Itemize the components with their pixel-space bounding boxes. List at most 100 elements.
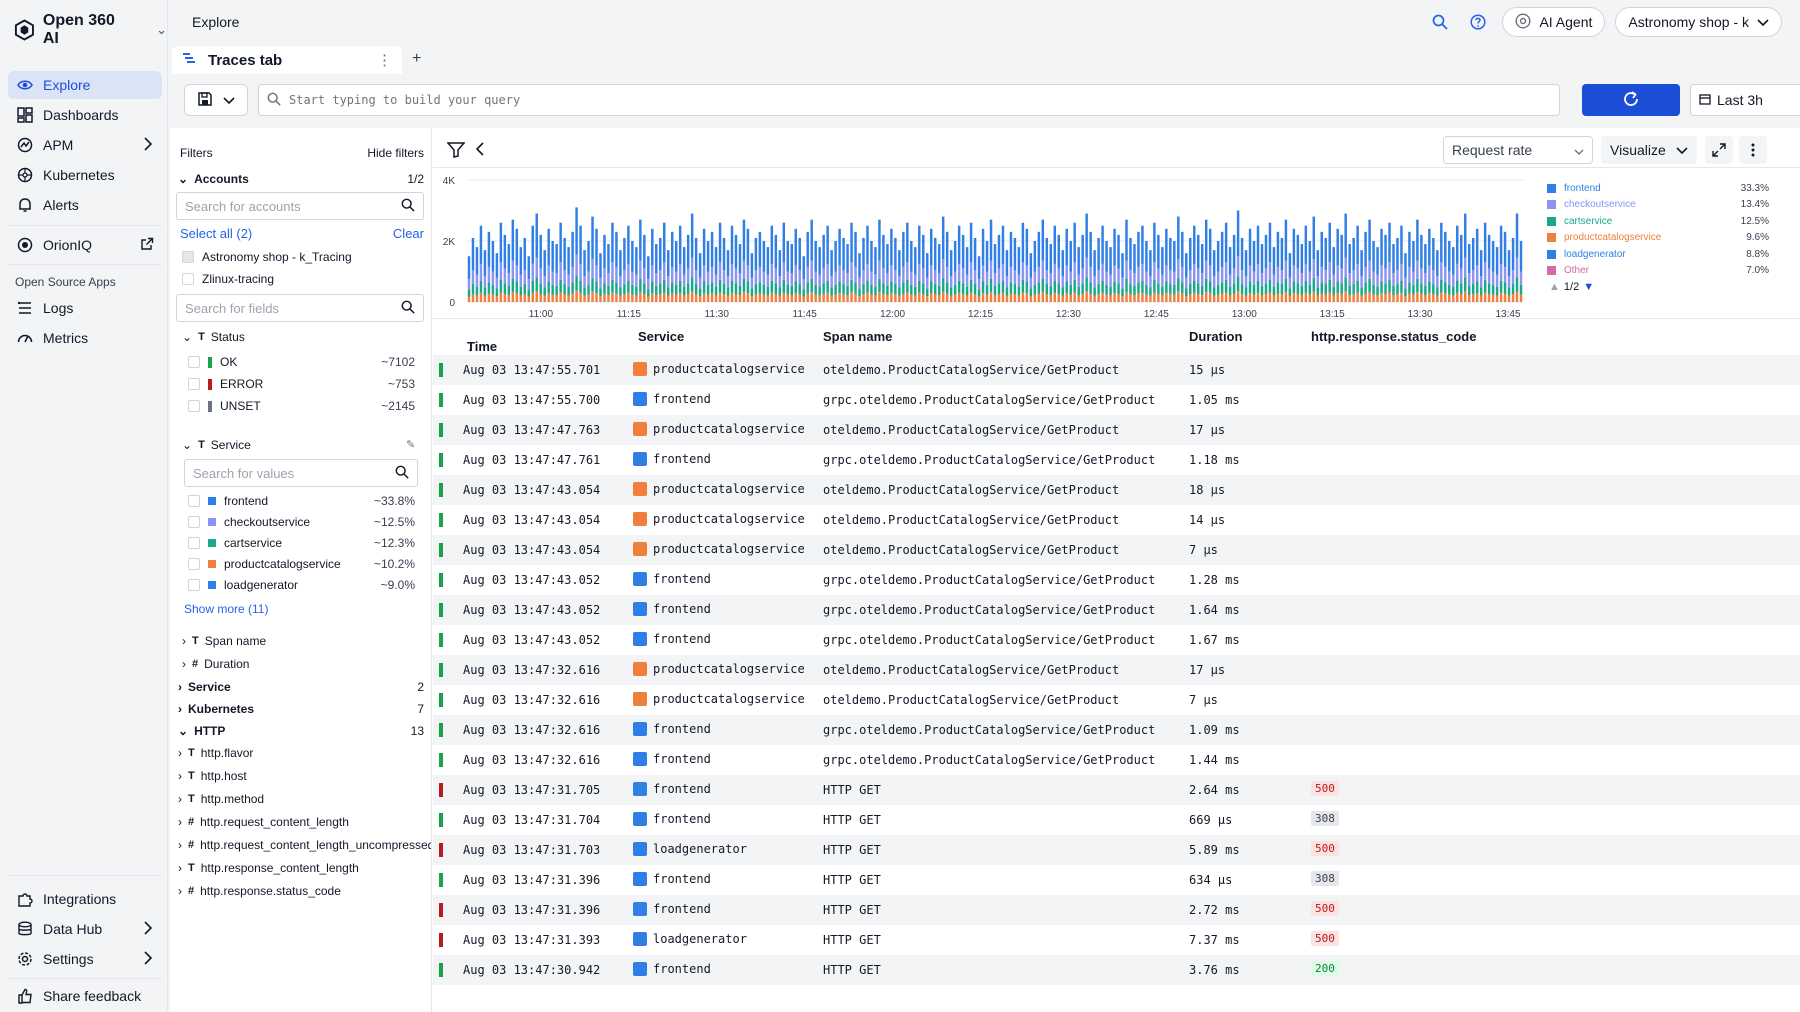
nav-item-alerts[interactable]: Alerts [8, 191, 162, 219]
nav-item-explore[interactable]: Explore [8, 71, 162, 99]
cell-service[interactable]: frontend [633, 902, 711, 916]
nav-item-kubernetes[interactable]: Kubernetes [8, 161, 162, 189]
service-values-search[interactable]: Search for values [184, 459, 418, 487]
chevron-down-icon[interactable]: ⌄ [156, 22, 167, 38]
table-row[interactable]: Aug 03 13:47:43.052 frontend grpc.oteldemo… [433, 595, 1800, 625]
cell-service[interactable]: productcatalogservice [633, 692, 805, 706]
http-field[interactable]: › Thttp.response_content_length [178, 861, 359, 875]
cell-service[interactable]: productcatalogservice [633, 422, 805, 436]
cell-service[interactable]: frontend [633, 872, 711, 886]
status-option[interactable]: ERROR [188, 377, 263, 391]
checkbox[interactable] [182, 273, 194, 285]
more-vertical-icon[interactable] [1739, 136, 1767, 164]
filter-icon[interactable] [446, 142, 466, 161]
http-field[interactable]: › Thttp.flavor [178, 746, 253, 760]
table-row[interactable]: Aug 03 13:47:30.942 frontend HTTP GET 3.76 … [433, 955, 1800, 985]
table-row[interactable]: Aug 03 13:47:31.393 loadgenerator HTTP GET… [433, 925, 1800, 955]
cell-service[interactable]: frontend [633, 722, 711, 736]
more-vertical-icon[interactable]: ⋮ [377, 51, 392, 69]
cell-service[interactable]: frontend [633, 572, 711, 586]
status-field-header[interactable]: ⌄ T Status [182, 330, 245, 344]
select-all-link[interactable]: Select all (2) [180, 226, 252, 241]
table-row[interactable]: Aug 03 13:47:32.616 productcatalogservice… [433, 685, 1800, 715]
legend-item[interactable]: productcatalogservice 9.6% [1547, 230, 1797, 247]
http-field[interactable]: › Thttp.method [178, 792, 264, 806]
triangle-up-icon[interactable]: ▲ [1549, 281, 1560, 293]
pin-icon[interactable]: ✎ [406, 438, 415, 451]
service-field-header[interactable]: ⌄ T Service [182, 438, 422, 452]
table-row[interactable]: Aug 03 13:47:43.052 frontend grpc.oteldemo… [433, 625, 1800, 655]
nav-item-metrics[interactable]: Metrics [8, 324, 162, 352]
table-row[interactable]: Aug 03 13:47:32.616 frontend grpc.oteldemo… [433, 715, 1800, 745]
kubernetes-group-header[interactable]: › Kubernetes 7 [178, 702, 424, 716]
column-header-service[interactable]: Service [638, 329, 684, 344]
visualize-button[interactable]: Visualize [1601, 136, 1697, 164]
table-row[interactable]: Aug 03 13:47:43.054 productcatalogservice… [433, 475, 1800, 505]
duration-field[interactable]: › # Duration [182, 657, 249, 671]
table-row[interactable]: Aug 03 13:47:47.763 productcatalogservice… [433, 415, 1800, 445]
column-header-duration[interactable]: Duration [1189, 329, 1242, 344]
http-field[interactable]: › # http.request_content_length [178, 815, 349, 829]
checkbox[interactable] [188, 579, 200, 591]
cell-service[interactable]: frontend [633, 602, 711, 616]
cell-service[interactable]: frontend [633, 632, 711, 646]
nav-item-settings[interactable]: Settings [8, 945, 162, 973]
checkbox[interactable] [188, 378, 200, 390]
status-option[interactable]: OK [188, 355, 237, 369]
chevron-left-icon[interactable] [475, 142, 485, 159]
table-row[interactable]: Aug 03 13:47:55.701 productcatalogservice… [433, 355, 1800, 385]
table-row[interactable]: Aug 03 13:47:55.700 frontend grpc.oteldemo… [433, 385, 1800, 415]
checkbox[interactable] [188, 516, 200, 528]
expand-icon[interactable] [1705, 136, 1733, 164]
http-field[interactable]: › # http.response.status_code [178, 884, 341, 898]
checkbox[interactable] [188, 537, 200, 549]
column-header-span-name[interactable]: Span name [823, 329, 892, 344]
account-option[interactable]: Astronomy shop - k_Tracing [182, 250, 352, 264]
cell-service[interactable]: loadgenerator [633, 842, 747, 856]
cell-service[interactable]: productcatalogservice [633, 362, 805, 376]
nav-item-logs[interactable]: Logs [8, 294, 162, 322]
tab-traces[interactable]: Traces tab ⋮ [172, 46, 402, 74]
service-option[interactable]: frontend [188, 494, 268, 508]
help-icon[interactable] [1464, 8, 1492, 36]
cell-service[interactable]: productcatalogservice [633, 542, 805, 556]
search-icon[interactable] [1426, 8, 1454, 36]
cell-service[interactable]: frontend [633, 812, 711, 826]
account-option[interactable]: Zlinux-tracing [182, 272, 274, 286]
nav-item-share-feedback[interactable]: Share feedback [8, 982, 162, 1010]
app-logo[interactable]: Open 360 AI ⌄ [14, 12, 167, 47]
checkbox[interactable] [188, 495, 200, 507]
checkbox[interactable] [182, 251, 194, 263]
table-row[interactable]: Aug 03 13:47:43.052 frontend grpc.oteldemo… [433, 565, 1800, 595]
table-row[interactable]: Aug 03 13:47:43.054 productcatalogservice… [433, 505, 1800, 535]
table-row[interactable]: Aug 03 13:47:31.703 loadgenerator HTTP GET… [433, 835, 1800, 865]
checkbox[interactable] [188, 356, 200, 368]
hide-filters-button[interactable]: Hide filters [367, 146, 424, 160]
cell-service[interactable]: frontend [633, 452, 711, 466]
span-name-field[interactable]: › T Span name [182, 634, 266, 648]
metric-select[interactable]: Request rate [1443, 136, 1593, 164]
table-row[interactable]: Aug 03 13:47:31.704 frontend HTTP GET 669 µ… [433, 805, 1800, 835]
time-range-picker[interactable]: Last 3h [1690, 84, 1800, 116]
cell-service[interactable]: frontend [633, 962, 711, 976]
legend-item[interactable]: Other 7.0% [1547, 263, 1797, 280]
table-row[interactable]: Aug 03 13:47:32.616 productcatalogservice… [433, 655, 1800, 685]
column-header-status-code[interactable]: http.response.status_code [1311, 329, 1476, 344]
accounts-search-input[interactable]: Search for accounts [176, 192, 424, 220]
cell-service[interactable]: productcatalogservice [633, 482, 805, 496]
legend-item[interactable]: checkoutservice 13.4% [1547, 197, 1797, 214]
nav-item-data-hub[interactable]: Data Hub [8, 915, 162, 943]
nav-item-apm[interactable]: APM [8, 131, 162, 159]
service-group-header[interactable]: › Service 2 [178, 680, 424, 694]
table-row[interactable]: Aug 03 13:47:31.396 frontend HTTP GET 2.72 … [433, 895, 1800, 925]
add-tab-button[interactable]: + [412, 50, 421, 68]
cell-service[interactable]: frontend [633, 752, 711, 766]
legend-item[interactable]: loadgenerator 8.8% [1547, 246, 1797, 263]
fields-search-input[interactable]: Search for fields [176, 294, 424, 322]
ai-agent-button[interactable]: AI Agent [1502, 7, 1606, 37]
table-row[interactable]: Aug 03 13:47:47.761 frontend grpc.oteldemo… [433, 445, 1800, 475]
triangle-down-icon[interactable]: ▼ [1583, 281, 1594, 293]
nav-item-dashboards[interactable]: Dashboards [8, 101, 162, 129]
service-option[interactable]: checkoutservice [188, 515, 310, 529]
clear-link[interactable]: Clear [393, 226, 424, 241]
